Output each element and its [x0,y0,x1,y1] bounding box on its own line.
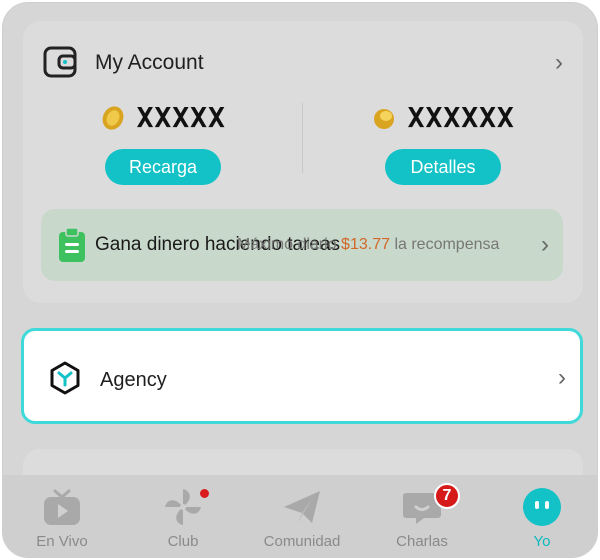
nav-item-comunidad[interactable]: Comunidad [247,475,357,557]
nav-label: En Vivo [36,533,88,550]
task-banner[interactable]: Gana dinero haciendo tareas Máximo diari… [41,209,563,281]
app-screen: My Account › XXXXX Recarga XXXXXX Detall… [2,2,598,558]
notification-dot [198,487,211,500]
clipboard-icon [59,227,85,262]
chevron-right-icon: › [541,231,549,258]
nav-item-en-vivo[interactable]: En Vivo [7,475,117,557]
details-button[interactable]: Detalles [385,149,501,185]
nav-item-yo[interactable]: Yo [487,475,597,557]
nav-label: Yo [533,533,551,550]
gold-coin-icon [102,105,124,130]
account-card: My Account › XXXXX Recarga XXXXXX Detall… [23,21,583,303]
daily-reward-suffix: la recompensa [394,236,500,253]
agency-hexagon-icon [50,361,80,395]
beans-balance: XXXXXX Detalles [313,101,573,211]
daily-reward-prefix: Máximo diario [237,236,337,253]
agency-row[interactable]: Agency › [21,328,583,424]
coins-value: XXXXX [136,101,226,134]
chevron-right-icon: › [558,364,566,391]
face-icon [523,488,561,526]
nav-label: Comunidad [263,533,341,550]
unread-count-badge: 7 [434,483,460,509]
chevron-right-icon: › [555,49,563,76]
nav-item-charlas[interactable]: 7 Charlas [367,475,477,557]
divider [302,103,303,173]
my-account-row[interactable]: My Account › [43,43,563,83]
my-account-title: My Account [95,51,204,74]
coins-balance: XXXXX Recarga [33,101,293,211]
nav-label: Charlas [396,533,448,550]
pinwheel-icon [165,489,201,525]
beans-value: XXXXXX [407,101,515,134]
tv-play-icon [44,489,80,525]
wallet-icon [43,46,77,78]
reward-amount: $13.77 [341,236,390,253]
nav-item-club[interactable]: Club [128,475,238,557]
recharge-button[interactable]: Recarga [105,149,221,185]
paper-plane-icon [284,491,320,523]
agency-label: Agency [100,369,167,391]
daily-reward-text: Máximo diario $13.77 la recompensa [237,236,499,254]
nav-label: Club [167,533,199,550]
bottom-nav: En Vivo Club Comunidad 7 Charlas Yo [3,475,597,557]
gold-bean-icon [374,108,395,129]
